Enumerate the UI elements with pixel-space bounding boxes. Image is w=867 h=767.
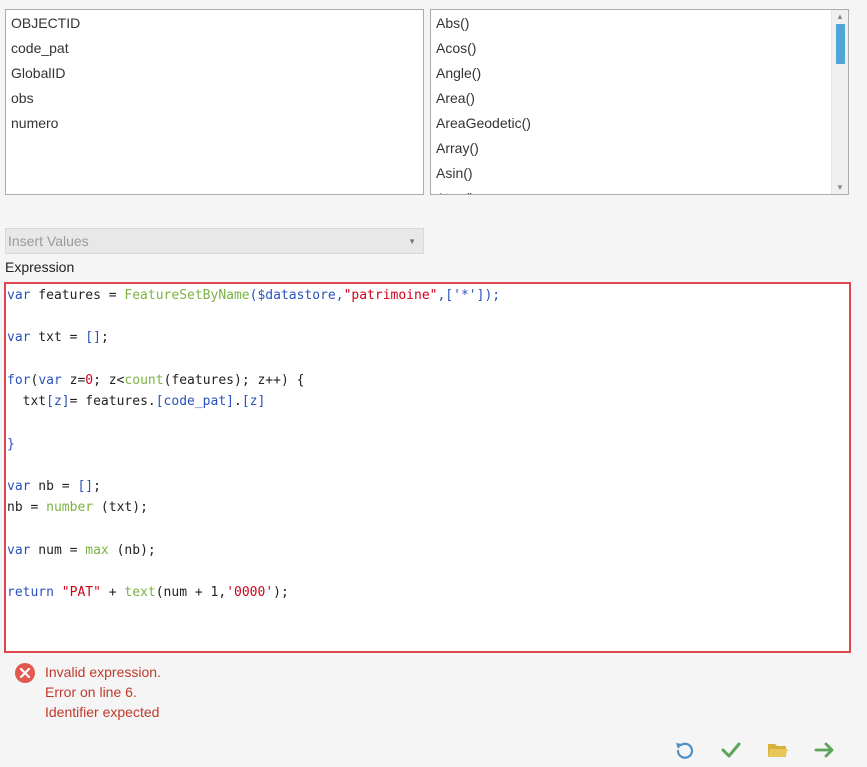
code-token: max — [85, 543, 109, 558]
code-line: var nb = []; — [7, 478, 101, 496]
function-item[interactable]: Area() — [431, 85, 848, 110]
code-line: var features = FeatureSetByName($datasto… — [7, 287, 500, 305]
code-token: (num + 1, — [155, 585, 227, 600]
error-circle-icon — [14, 662, 36, 684]
field-item[interactable]: GlobalID — [6, 60, 423, 85]
scroll-up-icon[interactable]: ▲ — [832, 10, 848, 23]
next-button[interactable] — [813, 739, 837, 761]
chevron-down-icon: ▼ — [408, 237, 416, 246]
code-line: nb = number (txt); — [7, 499, 148, 517]
code-token: [z] — [46, 394, 70, 409]
code-token: txt = — [30, 330, 86, 345]
code-token: var — [38, 373, 62, 388]
code-token: z= — [61, 373, 86, 388]
code-token: (txt); — [93, 500, 148, 515]
insert-values-label: Insert Values — [8, 233, 89, 249]
code-token: ; — [100, 330, 109, 345]
code-token: (features); z++) { — [163, 373, 305, 388]
code-token: "PAT" — [61, 585, 101, 600]
function-item[interactable]: Atan() — [431, 185, 848, 194]
expression-editor[interactable]: var features = FeatureSetByName($datasto… — [4, 282, 851, 653]
fields-list[interactable]: OBJECTID code_pat GlobalID obs numero — [5, 9, 424, 195]
scroll-thumb[interactable] — [836, 24, 845, 64]
code-token: var — [7, 288, 31, 303]
code-line: txt[z]= features.[code_pat].[z] — [7, 393, 266, 411]
code-token: . — [234, 394, 242, 409]
code-token: number — [46, 500, 94, 515]
code-token: ); — [273, 585, 289, 600]
check-icon — [721, 742, 741, 758]
code-line: } — [7, 436, 15, 454]
code-token: (nb); — [108, 543, 156, 558]
code-token: [] — [77, 479, 94, 494]
code-token: "patrimoine" — [343, 288, 438, 303]
expression-label: Expression — [5, 259, 75, 275]
open-button[interactable] — [766, 739, 790, 761]
code-token: text — [124, 585, 156, 600]
error-line-number: Error on line 6. — [45, 684, 137, 700]
code-token: FeatureSetByName — [124, 288, 250, 303]
code-line: var num = max (nb); — [7, 542, 156, 560]
code-token: [] — [85, 330, 101, 345]
function-item[interactable]: Array() — [431, 135, 848, 160]
insert-values-dropdown[interactable]: Insert Values ▼ — [5, 228, 424, 254]
code-line: for(var z=0; z<count(features); z++) { — [7, 372, 304, 390]
code-token: ; z< — [93, 373, 125, 388]
functions-scrollbar[interactable]: ▲ ▼ — [831, 10, 848, 194]
code-token: features = — [30, 288, 125, 303]
code-token: var — [7, 330, 31, 345]
code-token: return — [7, 585, 54, 600]
undo-icon — [676, 742, 694, 759]
code-token: num = — [30, 543, 86, 558]
code-token: ($datastore, — [249, 288, 344, 303]
field-item[interactable]: OBJECTID — [6, 10, 423, 35]
code-line: return "PAT" + text(num + 1,'0000'); — [7, 584, 289, 602]
error-message: Invalid expression. — [45, 664, 161, 680]
function-item[interactable]: Abs() — [431, 10, 848, 35]
code-token: = features. — [69, 394, 156, 409]
function-item[interactable]: Angle() — [431, 60, 848, 85]
code-token: var — [7, 479, 31, 494]
code-token: + — [100, 585, 125, 600]
code-token: ,['*']); — [437, 288, 501, 303]
code-token: nb = — [30, 479, 78, 494]
scroll-down-icon[interactable]: ▼ — [832, 181, 848, 194]
folder-icon — [768, 744, 788, 757]
code-token: var — [7, 543, 31, 558]
field-item[interactable]: numero — [6, 110, 423, 135]
code-token: ; — [93, 479, 101, 494]
code-token: [code_pat] — [155, 394, 234, 409]
field-item[interactable]: code_pat — [6, 35, 423, 60]
verify-button[interactable] — [719, 739, 743, 761]
function-item[interactable]: Asin() — [431, 160, 848, 185]
code-token: [z] — [241, 394, 266, 409]
arrow-right-icon — [814, 742, 834, 758]
functions-list[interactable]: Abs() Acos() Angle() Area() AreaGeodetic… — [430, 9, 849, 195]
code-token: for — [7, 373, 31, 388]
code-line: var txt = []; — [7, 329, 109, 347]
code-token: } — [7, 437, 15, 452]
function-item[interactable]: Acos() — [431, 35, 848, 60]
error-detail: Identifier expected — [45, 704, 160, 720]
code-token: txt — [7, 394, 47, 409]
code-token: nb = — [7, 500, 47, 515]
code-token: 0 — [85, 373, 94, 388]
field-item[interactable]: obs — [6, 85, 423, 110]
code-token: '0000' — [226, 585, 274, 600]
code-token: count — [124, 373, 164, 388]
function-item[interactable]: AreaGeodetic() — [431, 110, 848, 135]
reset-button[interactable] — [672, 739, 696, 761]
